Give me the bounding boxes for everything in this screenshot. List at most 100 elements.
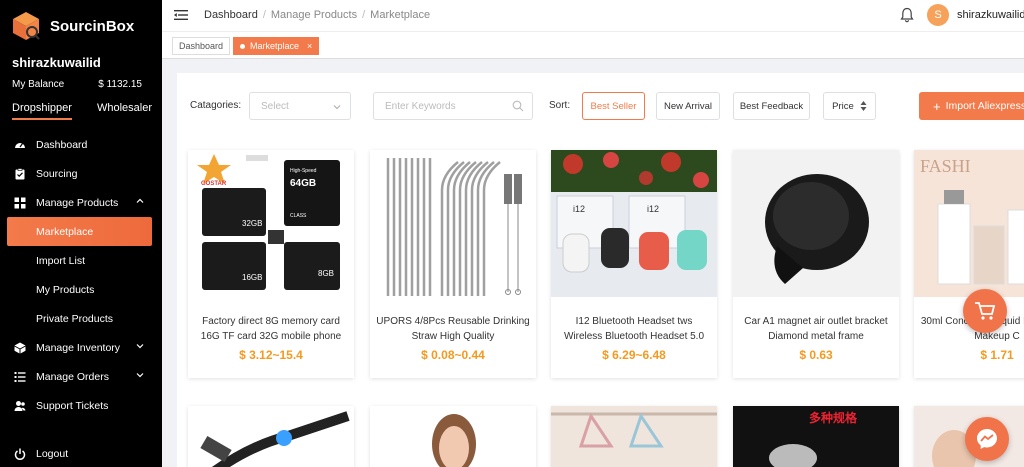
- magnet-holder-image: [733, 150, 899, 297]
- breadcrumb-item-marketplace: Marketplace: [370, 9, 431, 21]
- svg-text:i12: i12: [647, 204, 659, 214]
- product-price: $ 6.29~6.48: [602, 348, 666, 362]
- box-logo-icon: [13, 12, 40, 40]
- product-card[interactable]: GOSTAR High-Speed 64GB CLASS 32GB 16GB 8…: [188, 150, 354, 378]
- svg-text:16GB: 16GB: [242, 273, 262, 282]
- sort-best-feedback-button[interactable]: Best Feedback: [733, 92, 810, 120]
- product-image[interactable]: i12 i12: [551, 150, 717, 297]
- close-icon[interactable]: ×: [307, 41, 312, 51]
- sidebar-item-import-list[interactable]: Import List: [0, 246, 162, 275]
- tab-wholesaler[interactable]: Wholesaler: [97, 102, 152, 120]
- hangers-image: [551, 406, 717, 467]
- sort-best-seller-button[interactable]: Best Seller: [582, 92, 645, 120]
- tag-label: Marketplace: [250, 41, 300, 51]
- sort-price-button[interactable]: Price: [823, 92, 876, 120]
- users-icon: [14, 400, 26, 411]
- product-card[interactable]: [551, 406, 717, 467]
- product-card[interactable]: [188, 406, 354, 467]
- bell-icon[interactable]: [899, 7, 915, 23]
- active-dot-icon: [240, 43, 245, 49]
- balance-row: My Balance $ 1132.15: [12, 79, 142, 90]
- svg-text:32GB: 32GB: [242, 219, 262, 228]
- app-logo[interactable]: SourcinBox: [10, 10, 134, 42]
- import-aliexpress-label: Import Aliexpress: [945, 100, 1024, 112]
- sidebar-item-label: Private Products: [36, 312, 114, 325]
- product-image[interactable]: FASHI: [914, 150, 1024, 297]
- filter-row: Catagories: Select Sort: Best Seller New…: [177, 91, 1024, 121]
- breadcrumb-item-dashboard[interactable]: Dashboard: [204, 9, 258, 21]
- sort-new-arrival-button[interactable]: New Arrival: [656, 92, 720, 120]
- svg-text:High-Speed: High-Speed: [290, 168, 317, 174]
- product-card[interactable]: FASHI 30ml Concealer Liquid Foundation M…: [914, 150, 1024, 378]
- sidebar-item-label: Sourcing: [36, 167, 78, 180]
- speedometer-icon: [15, 142, 25, 148]
- product-image[interactable]: [733, 150, 899, 297]
- product-image[interactable]: [370, 150, 536, 297]
- messenger-chat-button[interactable]: [965, 417, 1009, 461]
- sort-arrows-icon: [860, 101, 867, 111]
- product-price: $ 1.71: [980, 348, 1014, 362]
- sidebar-item-my-products[interactable]: My Products: [0, 275, 162, 304]
- product-title[interactable]: UPORS 4/8Pcs Reusable Drinking Straw Hig…: [376, 314, 530, 344]
- sidebar-item-label: Dashboard: [36, 138, 88, 151]
- categories-label: Catagories:: [190, 100, 242, 111]
- categories-select[interactable]: Select: [249, 92, 351, 120]
- chevron-down-icon: [136, 373, 144, 378]
- menu-toggle-icon[interactable]: [174, 9, 188, 21]
- specs-image: 多种规格: [733, 406, 899, 467]
- product-price: $ 0.63: [799, 348, 833, 362]
- sidebar-item-manage-products[interactable]: Manage Products: [0, 188, 162, 217]
- product-card[interactable]: 多种规格: [733, 406, 899, 467]
- header-username[interactable]: shirazkuwailid: [957, 9, 1024, 21]
- list-icon: [14, 371, 26, 382]
- sidebar-item-label: My Products: [36, 283, 95, 296]
- sidebar-item-manage-orders[interactable]: Manage Orders: [0, 362, 162, 391]
- product-image[interactable]: GOSTAR High-Speed 64GB CLASS 32GB 16GB 8…: [188, 150, 354, 297]
- balance-label: My Balance: [12, 79, 65, 90]
- product-title[interactable]: Factory direct 8G memory card 16G TF car…: [194, 314, 348, 344]
- avatar[interactable]: S: [927, 4, 949, 26]
- logout-button[interactable]: Logout: [14, 448, 68, 460]
- product-title[interactable]: Car A1 magnet air outlet bracket Diamond…: [739, 314, 893, 344]
- import-aliexpress-button[interactable]: + Import Aliexpress: [919, 92, 1024, 120]
- cart-button[interactable]: [963, 289, 1007, 333]
- messenger-icon: [977, 429, 997, 449]
- tag-marketplace[interactable]: Marketplace ×: [233, 37, 320, 55]
- product-card[interactable]: [370, 406, 536, 467]
- product-card[interactable]: i12 i12 I12 Bluetooth Headset tws Wirele…: [551, 150, 717, 378]
- svg-text:i12: i12: [573, 204, 585, 214]
- sidebar-item-dashboard[interactable]: Dashboard: [0, 130, 162, 159]
- product-title[interactable]: I12 Bluetooth Headset tws Wireless Bluet…: [557, 314, 711, 344]
- svg-text:CLASS: CLASS: [290, 213, 307, 219]
- product-card[interactable]: Car A1 magnet air outlet bracket Diamond…: [733, 150, 899, 378]
- sidebar-item-label: Import List: [36, 254, 86, 267]
- logout-label: Logout: [36, 448, 69, 460]
- svg-text:FASHI: FASHI: [920, 156, 971, 176]
- balance-value: $ 1132.15: [98, 79, 142, 90]
- sidebar-item-support-tickets[interactable]: Support Tickets: [0, 391, 162, 420]
- breadcrumb: Dashboard / Manage Products / Marketplace: [204, 9, 431, 21]
- chevron-up-icon: [136, 198, 144, 203]
- grid-icon: [14, 197, 26, 208]
- svg-text:8GB: 8GB: [318, 269, 334, 278]
- cart-icon: [975, 302, 996, 320]
- sidebar-item-label: Manage Products: [36, 196, 119, 209]
- sidebar-item-manage-inventory[interactable]: Manage Inventory: [0, 333, 162, 362]
- power-icon: [14, 448, 26, 460]
- sidebar-menu: Dashboard Sourcing Manage Products Marke…: [0, 130, 162, 420]
- product-card[interactable]: UPORS 4/8Pcs Reusable Drinking Straw Hig…: [370, 150, 536, 378]
- sidebar-item-private-products[interactable]: Private Products: [0, 304, 162, 333]
- sidebar-item-label: Support Tickets: [36, 399, 109, 412]
- sidebar-item-marketplace[interactable]: Marketplace: [7, 217, 152, 246]
- svg-text:64GB: 64GB: [290, 178, 316, 189]
- cube-icon: [14, 342, 26, 353]
- app-name: SourcinBox: [50, 17, 135, 35]
- breadcrumb-item-manage-products[interactable]: Manage Products: [271, 9, 357, 21]
- role-tabs: Dropshipper Wholesaler: [12, 102, 152, 120]
- tag-dashboard[interactable]: Dashboard: [172, 37, 231, 55]
- keyword-search-input[interactable]: [373, 92, 533, 120]
- search-icon[interactable]: [512, 100, 524, 112]
- sidebar-item-sourcing[interactable]: Sourcing: [0, 159, 162, 188]
- sort-label: Sort:: [549, 100, 571, 111]
- tab-dropshipper[interactable]: Dropshipper: [12, 102, 72, 120]
